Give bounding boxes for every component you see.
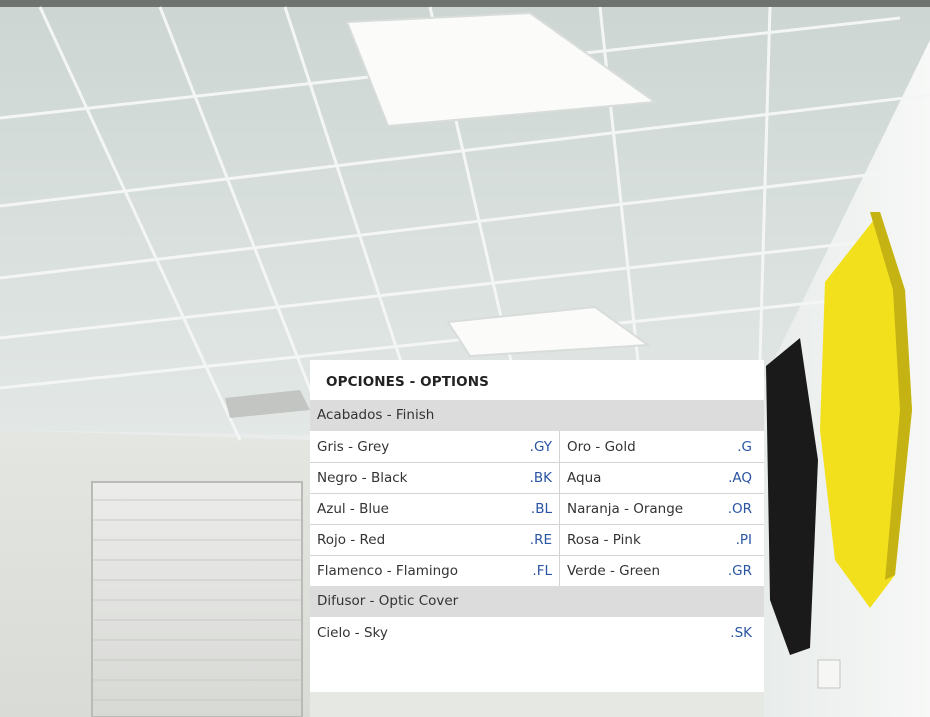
finish-option-code: .BL (530, 501, 552, 517)
office-photo-background: OPCIONES - OPTIONS Acabados - Finish Gri… (0, 0, 930, 717)
finish-option-code: .GR (727, 563, 752, 579)
optic-cover-option-cell: Cielo - Sky .SK (310, 617, 764, 648)
finish-option-name: Aqua (567, 470, 602, 486)
finish-option-name: Oro - Gold (567, 438, 636, 455)
finish-option-name: Azul - Blue (317, 501, 389, 517)
options-title: OPCIONES - OPTIONS (326, 374, 489, 390)
finish-option-cell: Gris - Grey .GY (310, 431, 560, 462)
finish-option-code: .OR (727, 501, 752, 517)
section-heading-finish: Acabados - Finish (310, 400, 764, 431)
finish-option-code: .PI (735, 532, 752, 548)
finish-option-name: Rosa - Pink (567, 532, 641, 548)
finish-option-cell: Azul - Blue .BL (310, 494, 560, 524)
options-table: OPCIONES - OPTIONS Acabados - Finish Gri… (310, 360, 764, 692)
finish-option-code: .G (737, 438, 752, 455)
finish-option-code: .AQ (728, 470, 752, 486)
finish-option-cell: Negro - Black .BK (310, 463, 560, 493)
finish-option-code: .GY (529, 438, 552, 455)
finish-option-name: Negro - Black (317, 470, 408, 486)
finish-option-name: Verde - Green (567, 563, 661, 579)
table-row: Gris - Grey .GY Oro - Gold .G (310, 431, 764, 462)
finish-option-cell: Oro - Gold .G (560, 431, 764, 462)
finish-option-code: .FL (532, 563, 552, 579)
table-row: Rojo - Red .RE Rosa - Pink .PI (310, 524, 764, 555)
optic-cover-option-code: .SK (730, 624, 752, 641)
finish-option-cell: Rosa - Pink .PI (560, 525, 764, 555)
finish-option-cell: Flamenco - Flamingo .FL (310, 556, 560, 586)
finish-option-code: .BK (529, 470, 552, 486)
table-row: Flamenco - Flamingo .FL Verde - Green .G… (310, 555, 764, 586)
finish-option-cell: Naranja - Orange .OR (560, 494, 764, 524)
table-row: Azul - Blue .BL Naranja - Orange .OR (310, 493, 764, 524)
finish-option-name: Naranja - Orange (567, 501, 684, 517)
finish-option-cell: Verde - Green .GR (560, 556, 764, 586)
finish-option-cell: Rojo - Red .RE (310, 525, 560, 555)
finish-option-name: Flamenco - Flamingo (317, 563, 459, 579)
optic-cover-option-name: Cielo - Sky (317, 624, 388, 641)
table-row: Cielo - Sky .SK (310, 617, 764, 648)
finish-option-name: Gris - Grey (317, 438, 390, 455)
section-heading-optic-cover: Difusor - Optic Cover (310, 586, 764, 617)
finish-option-code: .RE (529, 532, 552, 548)
table-row: Negro - Black .BK Aqua .AQ (310, 462, 764, 493)
finish-option-cell: Aqua .AQ (560, 463, 764, 493)
finish-option-name: Rojo - Red (317, 532, 386, 548)
